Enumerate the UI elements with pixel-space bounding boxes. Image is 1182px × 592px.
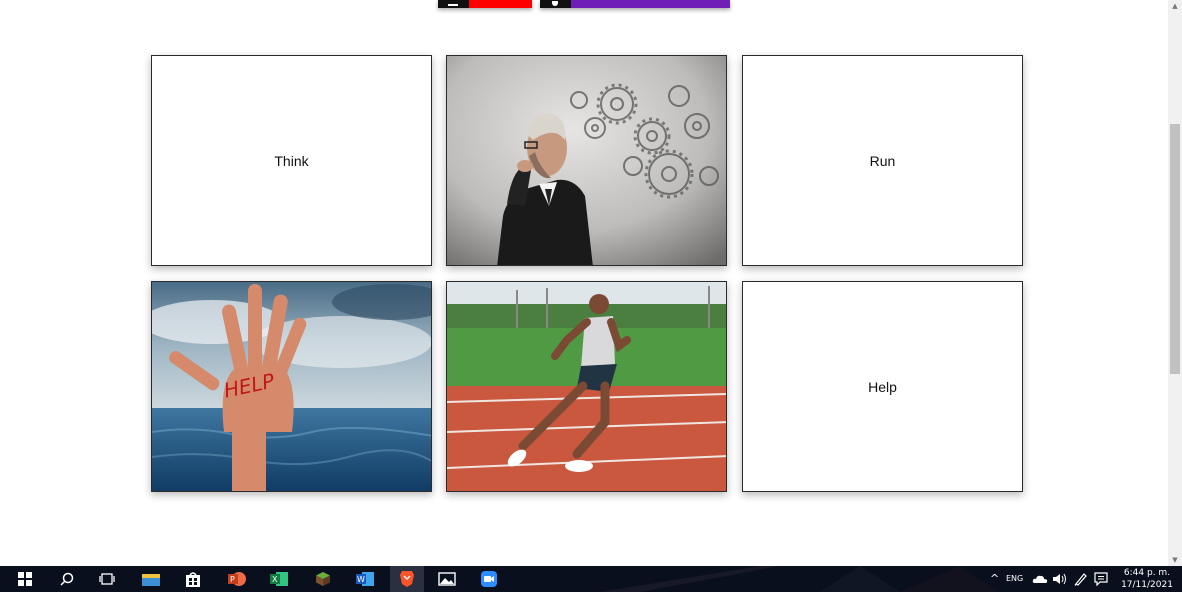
scroll-thumb[interactable] <box>1170 124 1180 374</box>
notification-icon[interactable] <box>1094 566 1108 592</box>
thinking-man-with-gears-image <box>447 56 726 265</box>
tray-chevron-icon[interactable]: ^ <box>990 566 999 592</box>
card-help-hand-image[interactable]: HELP <box>151 281 432 492</box>
brave-icon[interactable] <box>390 566 424 592</box>
store-icon[interactable] <box>176 566 210 592</box>
scroll-up-icon[interactable]: ▲ <box>1168 0 1182 12</box>
top-button-right-fill <box>571 0 730 8</box>
pen-icon[interactable] <box>1074 566 1088 592</box>
minecraft-icon[interactable] <box>306 566 340 592</box>
zoom-icon[interactable] <box>472 566 506 592</box>
word-icon[interactable]: W <box>348 566 382 592</box>
card-label-think: Think <box>274 152 309 169</box>
card-thinking-man-image[interactable] <box>446 55 727 266</box>
keyboard-language-icon[interactable]: ENG <box>1006 566 1023 592</box>
svg-text:X: X <box>272 575 278 584</box>
card-label-help: Help <box>868 378 897 395</box>
onedrive-icon[interactable] <box>1032 566 1048 592</box>
top-button-left-fill <box>469 0 532 8</box>
card-run[interactable]: Run <box>742 55 1023 266</box>
excel-icon[interactable]: X <box>262 566 296 592</box>
photos-icon[interactable] <box>430 566 464 592</box>
top-button-left[interactable] <box>438 0 532 8</box>
card-think[interactable]: Think <box>151 55 432 266</box>
clock-date: 17/11/2021 <box>1121 580 1173 590</box>
drowning-hand-help-image: HELP <box>152 282 431 491</box>
card-help[interactable]: Help <box>742 281 1023 492</box>
powerpoint-icon[interactable]: P <box>220 566 254 592</box>
windows-start-icon[interactable] <box>8 566 42 592</box>
menu-icon <box>438 0 469 8</box>
windows-taskbar: P X W ^ ENG 6:44 p. m. 17/11/2021 <box>0 566 1182 592</box>
system-clock[interactable]: 6:44 p. m. 17/11/2021 <box>1114 567 1180 591</box>
task-view-icon[interactable] <box>90 566 124 592</box>
scroll-down-icon[interactable]: ▼ <box>1168 554 1182 566</box>
file-explorer-icon[interactable] <box>134 566 168 592</box>
clock-time: 6:44 p. m. <box>1123 568 1171 578</box>
running-athlete-image <box>447 282 726 491</box>
page-viewport: Think Run HELP Help <box>0 0 1168 566</box>
pin-icon <box>540 0 571 8</box>
card-runner-image[interactable] <box>446 281 727 492</box>
top-button-right[interactable] <box>540 0 730 8</box>
svg-text:P: P <box>230 575 235 584</box>
search-icon[interactable] <box>50 566 84 592</box>
svg-text:W: W <box>357 575 365 584</box>
volume-icon[interactable] <box>1052 566 1068 592</box>
vertical-scrollbar[interactable]: ▲ ▼ <box>1168 0 1182 566</box>
card-label-run: Run <box>869 152 896 169</box>
